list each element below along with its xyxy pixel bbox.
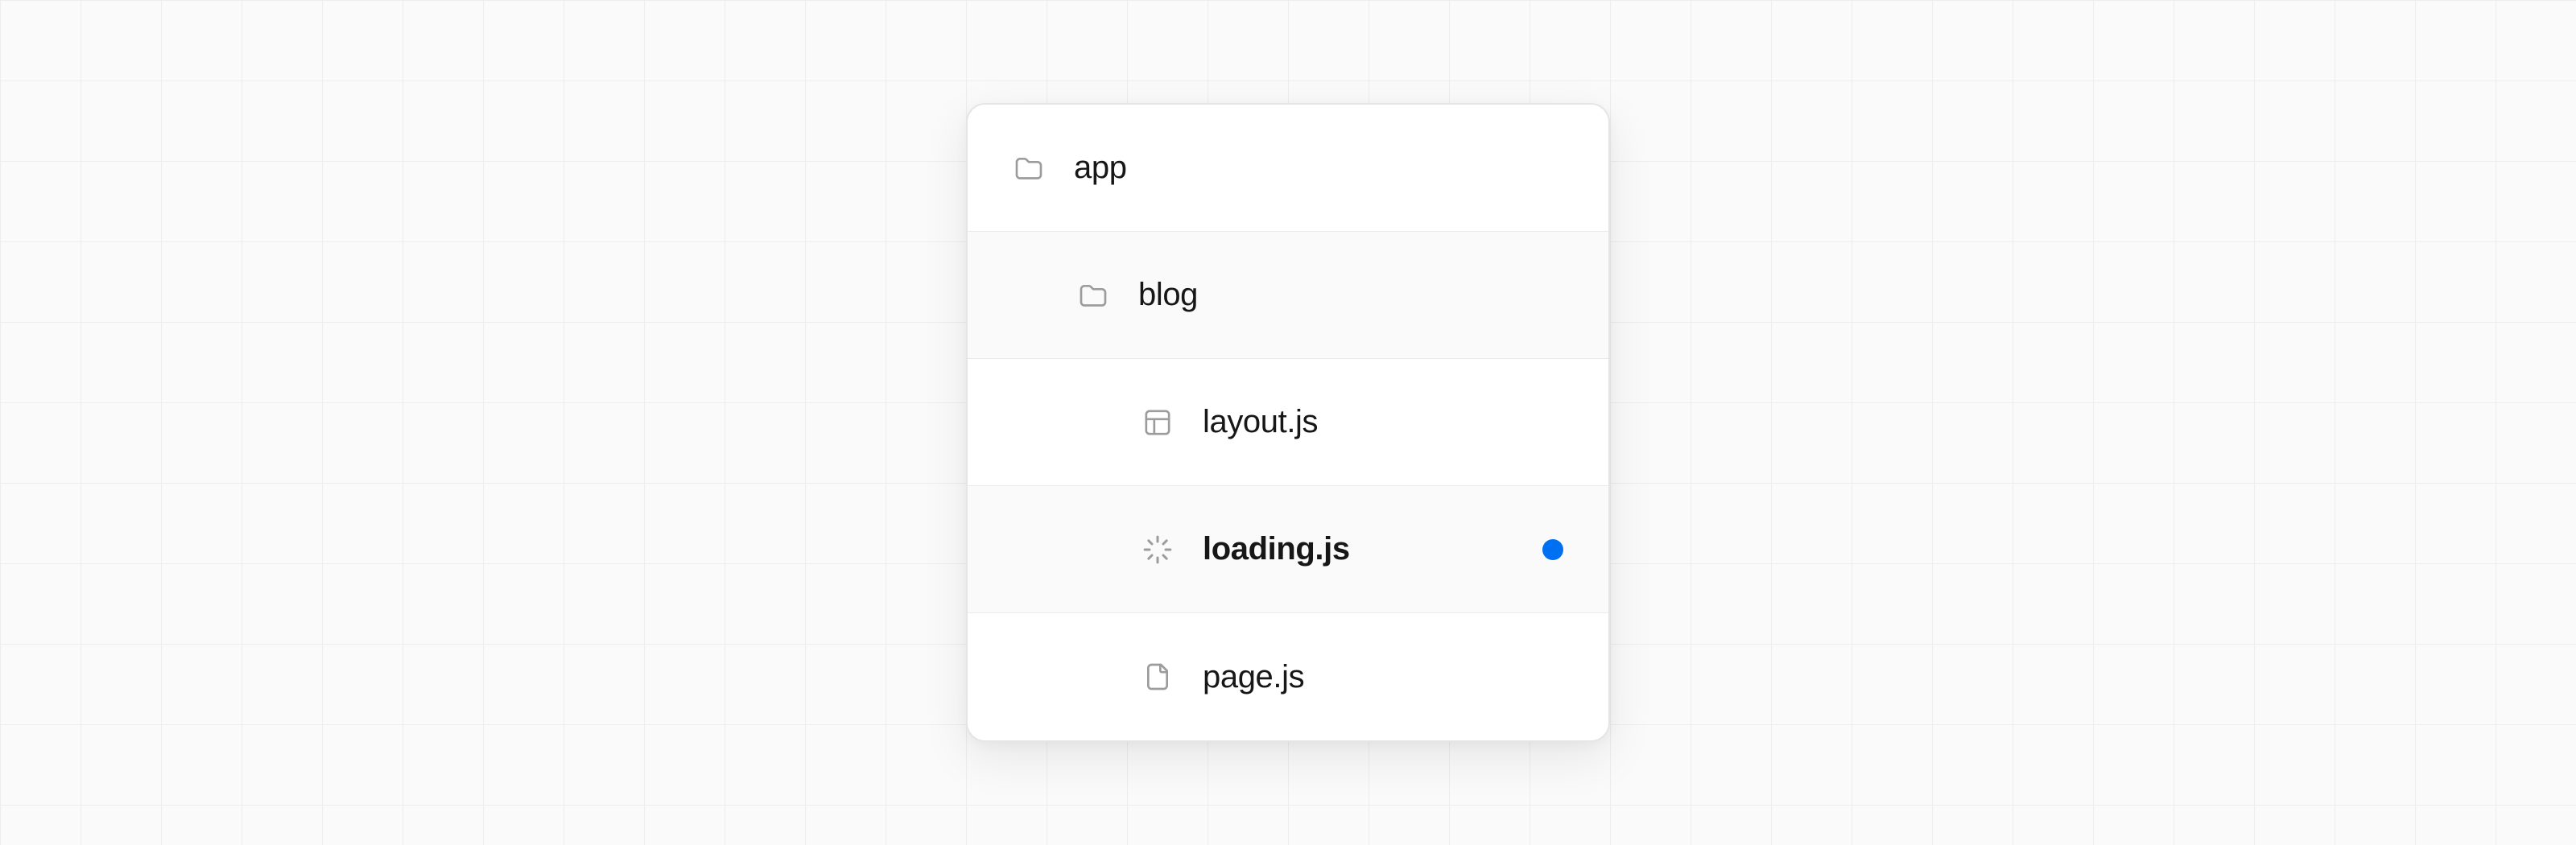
- file-icon: [1141, 661, 1174, 693]
- folder-icon: [1077, 279, 1109, 311]
- tree-row-page[interactable]: page.js: [968, 613, 1608, 740]
- tree-label-loading: loading.js: [1203, 531, 1350, 567]
- tree-row-layout[interactable]: layout.js: [968, 359, 1608, 486]
- file-tree-panel: app blog layout.js: [966, 103, 1610, 742]
- tree-label-page: page.js: [1203, 659, 1304, 695]
- tree-label-blog: blog: [1138, 277, 1198, 313]
- loading-icon: [1141, 534, 1174, 566]
- tree-label-app: app: [1074, 150, 1127, 186]
- tree-row-loading[interactable]: loading.js: [968, 486, 1608, 613]
- folder-icon: [1013, 152, 1045, 184]
- tree-row-blog[interactable]: blog: [968, 232, 1608, 359]
- tree-row-app[interactable]: app: [968, 105, 1608, 232]
- highlight-dot: [1542, 539, 1563, 560]
- layout-icon: [1141, 406, 1174, 439]
- tree-label-layout: layout.js: [1203, 404, 1318, 440]
